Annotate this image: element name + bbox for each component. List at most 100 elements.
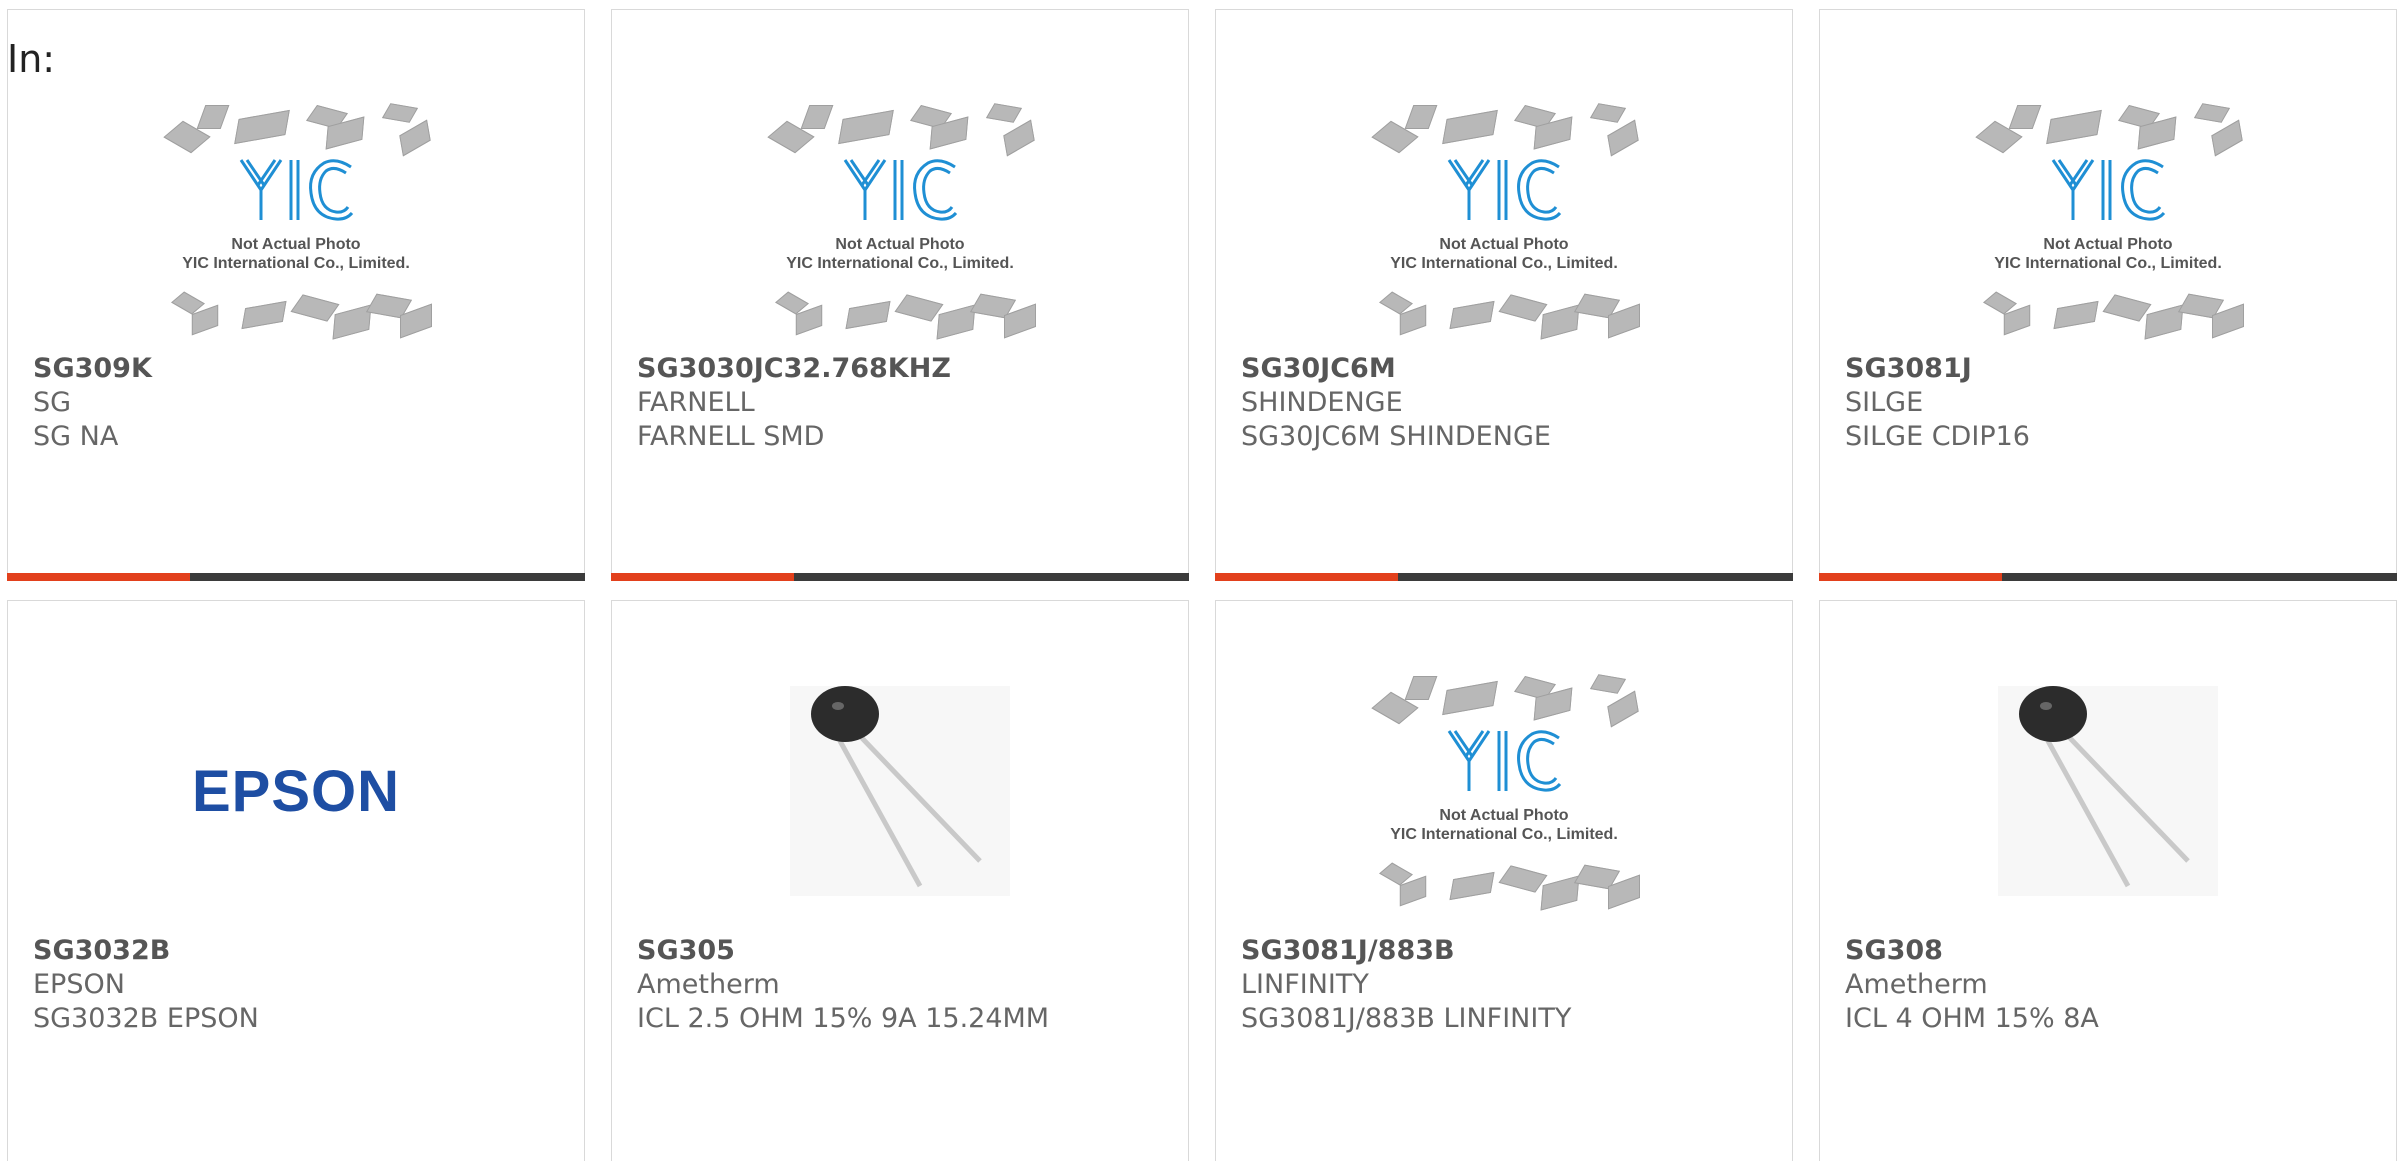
chip-graphic: [1589, 674, 1627, 694]
manufacturer: SILGE: [1845, 387, 1924, 418]
chip-graphic: [1442, 680, 1498, 716]
description: FARNELL SMD: [637, 421, 825, 452]
card-bar: [1215, 573, 1793, 581]
yic-placeholder-image: Not Actual Photo YIC International Co., L…: [161, 100, 432, 340]
product-card[interactable]: SG308 Ametherm ICL 4 OHM 15% 8A: [1819, 600, 2397, 1161]
chip-graphic: [2144, 304, 2184, 340]
thermistor-photo: [1998, 686, 2218, 896]
in-label: In:: [7, 37, 56, 81]
chip-graphic: [234, 109, 290, 145]
chip-graphic: [196, 105, 230, 129]
chip-graphic: [332, 304, 372, 340]
description: SG3032B EPSON: [33, 1003, 259, 1034]
product-card[interactable]: Not Actual Photo YIC International Co., L…: [1819, 9, 2397, 581]
manufacturer: Ametherm: [637, 969, 780, 1000]
yic-logo-icon: [239, 159, 354, 221]
part-number[interactable]: SG3030JC32.768KHZ: [637, 352, 1178, 386]
description: SG NA: [33, 421, 119, 452]
chip-graphic: [1498, 865, 1548, 893]
card-bar: [1819, 573, 2397, 581]
product-image[interactable]: Not Actual Photo YIC International Co., L…: [8, 80, 584, 360]
chip-graphic: [894, 294, 944, 322]
yic-placeholder-image: Not Actual Photo YIC International Co., L…: [1973, 100, 2244, 340]
chip-graphic: [290, 294, 340, 322]
yic-logo-icon: [1447, 159, 1562, 221]
description: ICL 4 OHM 15% 8A: [1845, 1003, 2099, 1034]
not-actual-photo-text: Not Actual Photo: [1439, 236, 1569, 253]
card-bar: [7, 573, 585, 581]
chip-graphic: [1404, 676, 1438, 700]
description: SG3081J/883B LINFINITY: [1241, 1003, 1572, 1034]
manufacturer: SHINDENGE: [1241, 387, 1403, 418]
chip-graphic: [838, 109, 894, 145]
manufacturer: FARNELL: [637, 387, 755, 418]
part-number[interactable]: SG309K: [33, 352, 574, 386]
not-actual-photo-text: Not Actual Photo: [2043, 236, 2173, 253]
chip-graphic: [2046, 109, 2102, 145]
product-image[interactable]: Not Actual Photo YIC International Co., L…: [1216, 80, 1792, 360]
product-image[interactable]: Not Actual Photo YIC International Co., L…: [612, 80, 1188, 360]
company-name-text: YIC International Co., Limited.: [1390, 255, 1618, 272]
product-card[interactable]: SG305 Ametherm ICL 2.5 OHM 15% 9A 15.24M…: [611, 600, 1189, 1161]
description: SILGE CDIP16: [1845, 421, 2030, 452]
chip-graphic: [381, 103, 419, 123]
chip-graphic: [1442, 109, 1498, 145]
yic-placeholder-image: Not Actual Photo YIC International Co., L…: [765, 100, 1036, 340]
part-number[interactable]: SG308: [1845, 934, 2386, 968]
chip-graphic: [800, 105, 834, 129]
product-image[interactable]: EPSON: [8, 641, 584, 941]
epson-logo: EPSON: [191, 758, 401, 824]
product-card[interactable]: Not Actual Photo YIC International Co., L…: [611, 9, 1189, 581]
product-card[interactable]: Not Actual Photo YIC International Co., L…: [1215, 9, 1793, 581]
chip-graphic: [2008, 105, 2042, 129]
yic-logo-icon: [2051, 159, 2166, 221]
chip-graphic: [1607, 119, 1639, 157]
part-number[interactable]: SG30JC6M: [1241, 352, 1782, 386]
chip-graphic: [845, 300, 891, 330]
chip-graphic: [1003, 119, 1035, 157]
product-card[interactable]: Not Actual Photo YIC International Co., L…: [7, 9, 585, 581]
description: ICL 2.5 OHM 15% 9A 15.24MM: [637, 1003, 1050, 1034]
product-card[interactable]: Not Actual Photo YIC International Co., L…: [1215, 600, 1793, 1161]
card-bar: [611, 573, 1189, 581]
description: SG30JC6M SHINDENGE: [1241, 421, 1551, 452]
product-image[interactable]: [1820, 641, 2396, 941]
chip-graphic: [241, 300, 287, 330]
product-card[interactable]: EPSON SG3032B EPSON SG3032B EPSON: [7, 600, 585, 1161]
chip-graphic: [2053, 300, 2099, 330]
part-number[interactable]: SG305: [637, 934, 1178, 968]
product-image[interactable]: Not Actual Photo YIC International Co., L…: [1820, 80, 2396, 360]
chip-graphic: [1449, 300, 1495, 330]
chip-graphic: [936, 304, 976, 340]
not-actual-photo-text: Not Actual Photo: [1439, 807, 1569, 824]
chip-graphic: [1404, 105, 1438, 129]
chip-graphic: [2211, 119, 2243, 157]
yic-logo-icon: [1447, 730, 1562, 792]
not-actual-photo-text: Not Actual Photo: [835, 236, 965, 253]
company-name-text: YIC International Co., Limited.: [182, 255, 410, 272]
part-number[interactable]: SG3032B: [33, 934, 574, 968]
yic-placeholder-image: Not Actual Photo YIC International Co., L…: [1369, 100, 1640, 340]
chip-graphic: [2102, 294, 2152, 322]
chip-graphic: [1498, 294, 1548, 322]
product-grid-page: In: Not Actual Photo YIC International Co…: [0, 0, 2400, 1161]
manufacturer: SG: [33, 387, 72, 418]
chip-graphic: [1589, 103, 1627, 123]
chip-graphic: [399, 119, 431, 157]
part-number[interactable]: SG3081J/883B: [1241, 934, 1782, 968]
chip-graphic: [1540, 875, 1580, 911]
chip-graphic: [2193, 103, 2231, 123]
manufacturer: EPSON: [33, 969, 125, 1000]
chip-graphic: [1607, 690, 1639, 728]
manufacturer: LINFINITY: [1241, 969, 1369, 1000]
product-image[interactable]: Not Actual Photo YIC International Co., L…: [1216, 641, 1792, 941]
part-number[interactable]: SG3081J: [1845, 352, 2386, 386]
company-name-text: YIC International Co., Limited.: [1390, 826, 1618, 843]
company-name-text: YIC International Co., Limited.: [1994, 255, 2222, 272]
yic-placeholder-image: Not Actual Photo YIC International Co., L…: [1369, 671, 1640, 911]
not-actual-photo-text: Not Actual Photo: [231, 236, 361, 253]
chip-graphic: [1449, 871, 1495, 901]
yic-logo-icon: [843, 159, 958, 221]
product-image[interactable]: [612, 641, 1188, 941]
company-name-text: YIC International Co., Limited.: [786, 255, 1014, 272]
